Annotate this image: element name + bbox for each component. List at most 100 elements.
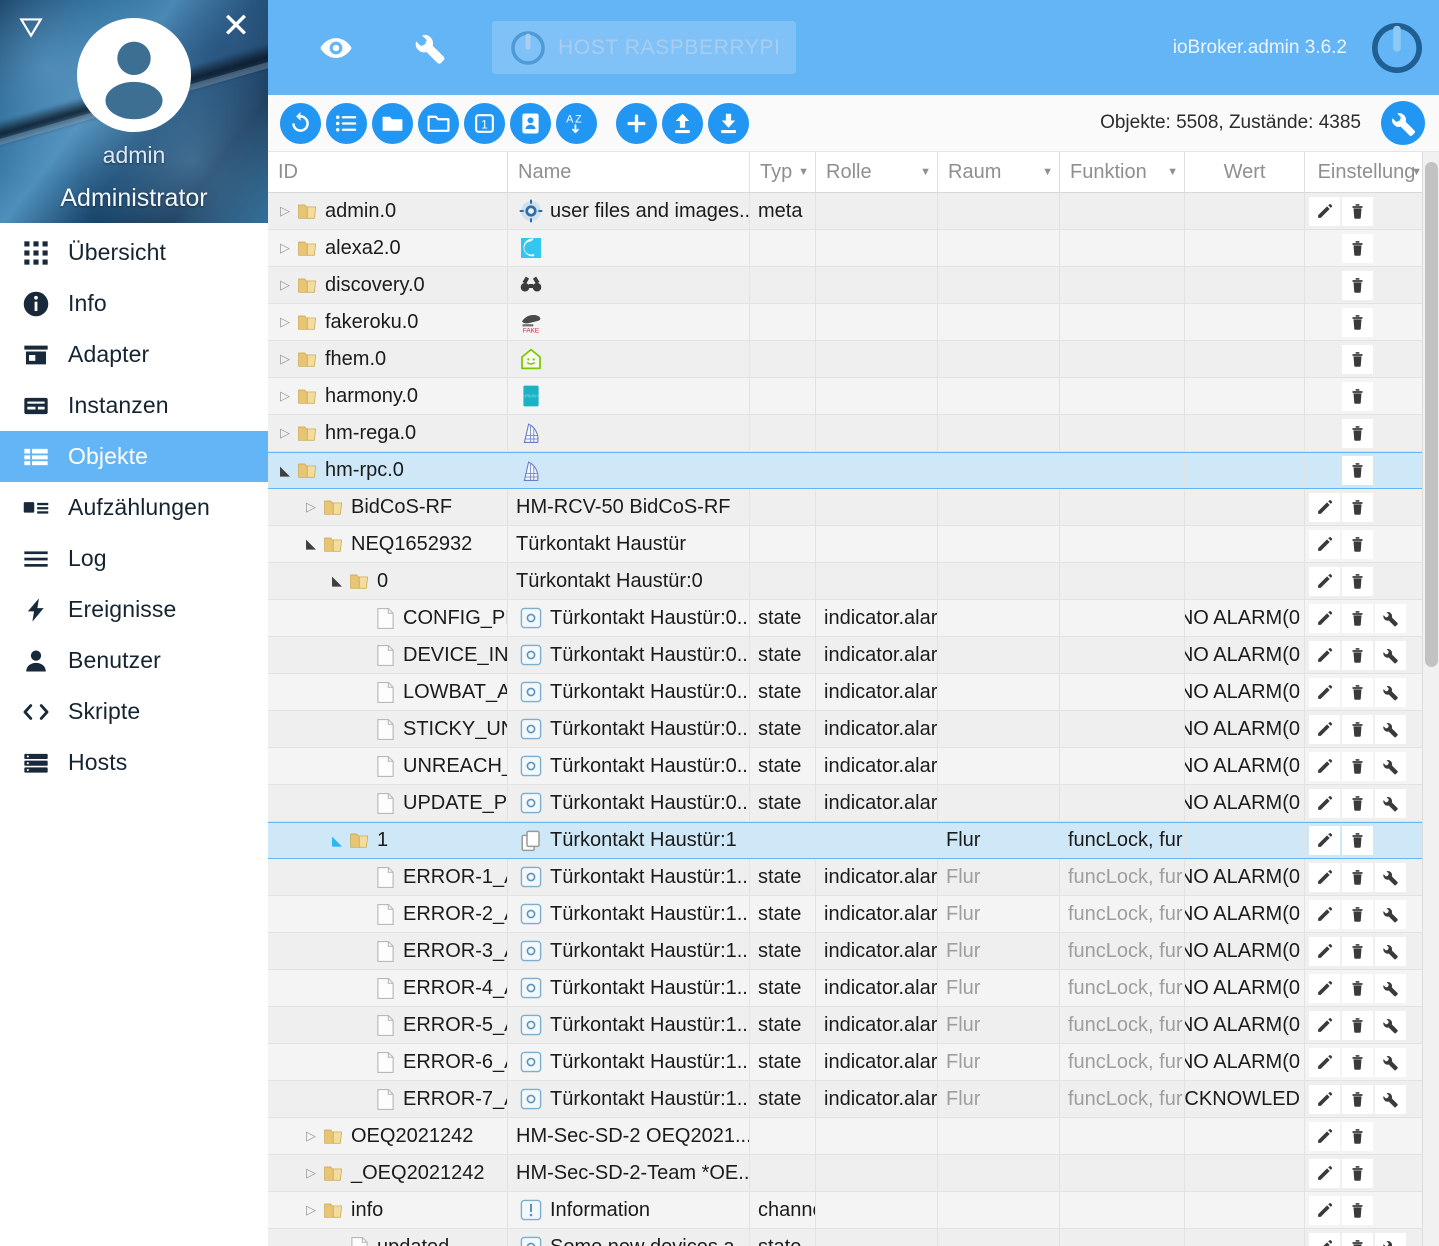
edit-button[interactable] (1309, 603, 1340, 633)
column-header-funktion[interactable]: Funktion ▼ (1060, 152, 1185, 192)
table-row[interactable]: ▷ info Information channe (268, 1192, 1439, 1229)
edit-button[interactable] (1309, 826, 1340, 855)
settings-button[interactable] (1375, 1084, 1406, 1114)
edit-button[interactable] (1309, 677, 1340, 707)
delete-button[interactable] (1342, 418, 1373, 448)
scrollbar-thumb[interactable] (1425, 162, 1438, 667)
sidebar-item-adapter[interactable]: Adapter (0, 329, 268, 380)
sidebar-item-benutzer[interactable]: Benutzer (0, 635, 268, 686)
chevron-right-icon[interactable]: ▷ (276, 314, 294, 330)
delete-button[interactable] (1342, 973, 1373, 1003)
expand-list-button[interactable] (326, 102, 367, 144)
delete-button[interactable] (1342, 1047, 1373, 1077)
power-icon[interactable] (1367, 18, 1427, 78)
delete-button[interactable] (1342, 270, 1373, 300)
delete-button[interactable] (1342, 1010, 1373, 1040)
edit-button[interactable] (1309, 1047, 1340, 1077)
close-icon[interactable]: ✕ (218, 8, 254, 44)
edit-button[interactable] (1309, 492, 1340, 522)
table-row[interactable]: ERROR-7_ALAR Türkontakt Haustür:1... state… (268, 1081, 1439, 1118)
settings-button[interactable] (1381, 101, 1425, 145)
chevron-right-icon[interactable]: ▷ (302, 1128, 320, 1144)
chevron-down-icon[interactable]: ◣ (328, 833, 346, 849)
settings-button[interactable] (1375, 936, 1406, 966)
settings-button[interactable] (1375, 603, 1406, 633)
chevron-right-icon[interactable]: ▷ (276, 240, 294, 256)
delete-button[interactable] (1342, 603, 1373, 633)
sidebar-item--bersicht[interactable]: Übersicht (0, 227, 268, 278)
sidebar-item-skripte[interactable]: Skripte (0, 686, 268, 737)
chevron-right-icon[interactable]: ▷ (302, 499, 320, 515)
edit-button[interactable] (1309, 1010, 1340, 1040)
chevron-right-icon[interactable]: ▷ (302, 1202, 320, 1218)
column-header-einstellung[interactable]: Einstellung ▼ (1305, 152, 1429, 192)
table-row[interactable]: CONFIG_PENDI Türkontakt Haustür:0... state… (268, 600, 1439, 637)
column-header-raum[interactable]: Raum ▼ (938, 152, 1060, 192)
edit-button[interactable] (1309, 862, 1340, 892)
vertical-scrollbar[interactable] (1422, 152, 1439, 1246)
table-row[interactable]: ▷ fakeroku.0 FAKE (268, 304, 1439, 341)
table-row[interactable]: ▷ _OEQ2021242 HM-Sec-SD-2-Team *OE... (268, 1155, 1439, 1192)
table-row[interactable]: DEVICE_IN_BO(Türkontakt Haustür:0... stat… (268, 637, 1439, 674)
table-row[interactable]: ERROR-6_ALAR Türkontakt Haustür:1... state… (268, 1044, 1439, 1081)
edit-button[interactable] (1309, 566, 1340, 596)
chevron-right-icon[interactable]: ▷ (276, 425, 294, 441)
table-row[interactable]: UPDATE_PENDI Türkontakt Haustür:0... state… (268, 785, 1439, 822)
table-row[interactable]: ◣ hm-rpc.0 (268, 452, 1439, 489)
settings-button[interactable] (1375, 973, 1406, 1003)
edit-button[interactable] (1309, 196, 1340, 226)
edit-button[interactable] (1309, 973, 1340, 1003)
table-row[interactable]: ▷ discovery.0 (268, 267, 1439, 304)
chevron-down-icon[interactable]: ▼ (1042, 166, 1053, 178)
delete-button[interactable] (1342, 492, 1373, 522)
expand-all-folders-button[interactable] (372, 102, 413, 144)
show-id-button[interactable] (510, 102, 551, 144)
delete-button[interactable] (1342, 826, 1373, 855)
delete-button[interactable] (1342, 714, 1373, 744)
refresh-button[interactable] (280, 102, 321, 144)
edit-button[interactable] (1309, 1121, 1340, 1151)
chevron-right-icon[interactable]: ▷ (302, 1165, 320, 1181)
delete-button[interactable] (1342, 677, 1373, 707)
settings-button[interactable] (1375, 899, 1406, 929)
sidebar-item-log[interactable]: Log (0, 533, 268, 584)
sidebar-item-info[interactable]: Info (0, 278, 268, 329)
delete-button[interactable] (1342, 529, 1373, 559)
delete-button[interactable] (1342, 936, 1373, 966)
edit-button[interactable] (1309, 751, 1340, 781)
settings-button[interactable] (1375, 714, 1406, 744)
delete-button[interactable] (1342, 1195, 1373, 1225)
expand-one-level-button[interactable]: 1 (464, 102, 505, 144)
chevron-down-icon[interactable]: ◣ (302, 536, 320, 552)
chevron-down-icon[interactable]: ▼ (1167, 166, 1178, 178)
sidebar-item-aufz-hlungen[interactable]: Aufzählungen (0, 482, 268, 533)
delete-button[interactable] (1342, 751, 1373, 781)
edit-button[interactable] (1309, 714, 1340, 744)
table-row[interactable]: ▷ admin.0 user files and images... meta (268, 193, 1439, 230)
settings-button[interactable] (1375, 1010, 1406, 1040)
edit-button[interactable] (1309, 788, 1340, 818)
table-row[interactable]: LOWBAT_ALAR Türkontakt Haustür:0... statei… (268, 674, 1439, 711)
settings-button[interactable] (1375, 677, 1406, 707)
table-row[interactable]: ERROR-3_ALAR Türkontakt Haustür:1... state… (268, 933, 1439, 970)
column-header-typ[interactable]: Typ ▼ (750, 152, 816, 192)
delete-button[interactable] (1342, 862, 1373, 892)
column-header-id[interactable]: ID (268, 152, 508, 192)
column-header-name[interactable]: Name (508, 152, 750, 192)
table-row[interactable]: ERROR-2_ALAR Türkontakt Haustür:1... state… (268, 896, 1439, 933)
settings-button[interactable] (1375, 640, 1406, 670)
edit-button[interactable] (1309, 1195, 1340, 1225)
host-selector[interactable]: HOST RASPBERRYPI (492, 21, 797, 74)
chevron-down-icon[interactable]: ▼ (920, 166, 931, 178)
delete-button[interactable] (1342, 344, 1373, 374)
chevron-right-icon[interactable]: ▷ (276, 277, 294, 293)
table-row[interactable]: ◣ NEQ1652932 Türkontakt Haustür (268, 526, 1439, 563)
column-header-wert[interactable]: Wert (1185, 152, 1305, 192)
delete-button[interactable] (1342, 1121, 1373, 1151)
table-row[interactable]: updated Some new devices a state (268, 1229, 1439, 1246)
delete-button[interactable] (1342, 196, 1373, 226)
table-row[interactable]: ◣ 0 Türkontakt Haustür:0 (268, 563, 1439, 600)
chevron-right-icon[interactable]: ▷ (276, 203, 294, 219)
delete-button[interactable] (1342, 381, 1373, 411)
edit-button[interactable] (1309, 640, 1340, 670)
